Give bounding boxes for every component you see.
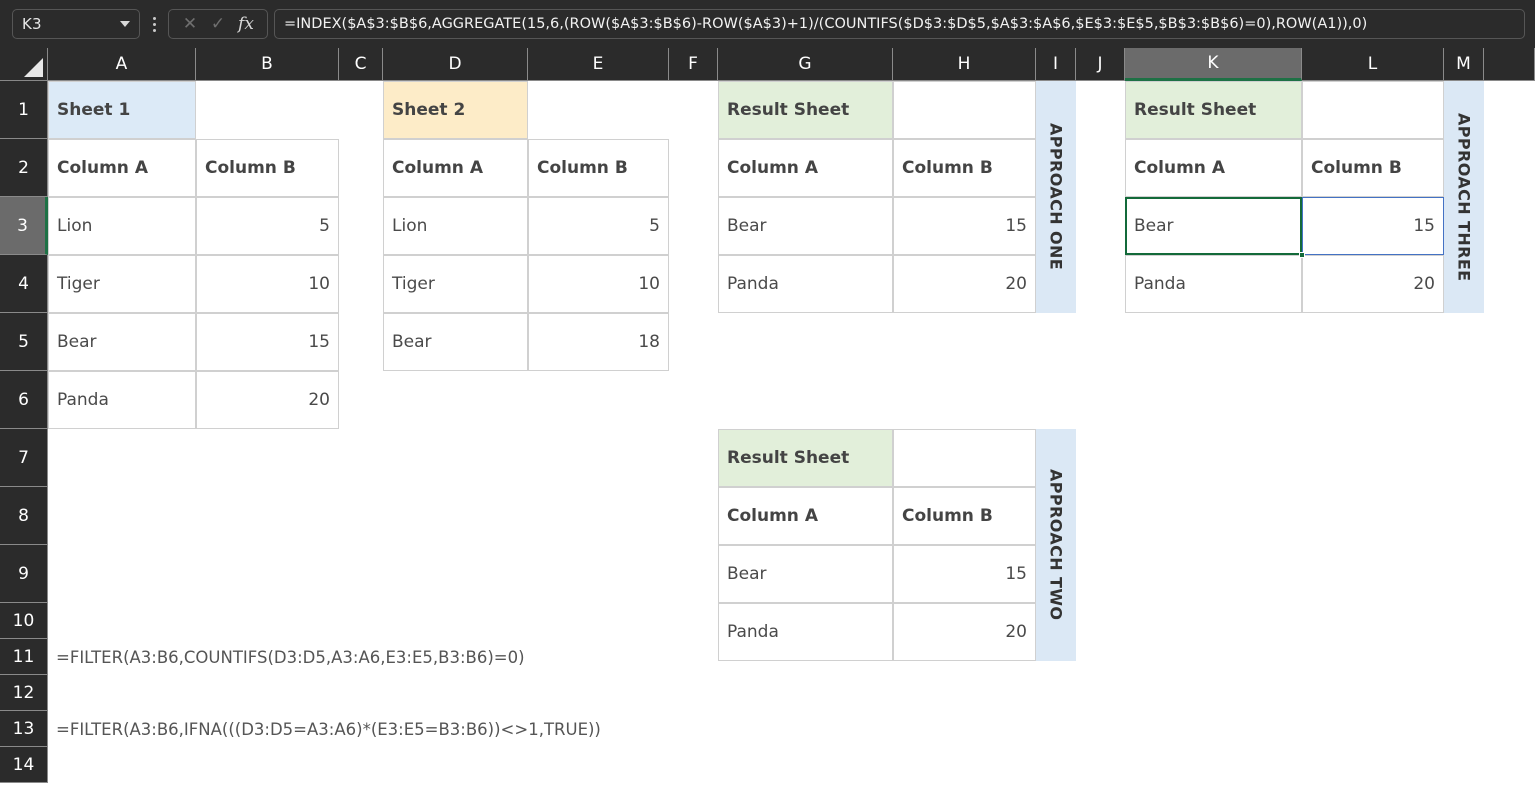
cell-e2[interactable]: Column B (528, 139, 669, 197)
name-box[interactable]: K3 (12, 9, 140, 39)
column-header-h[interactable]: H (893, 48, 1036, 81)
row-header-2[interactable]: 2 (0, 139, 48, 197)
row-header-13[interactable]: 13 (0, 711, 48, 747)
formula-input[interactable]: =INDEX($A$3:$B$6,AGGREGATE(15,6,(ROW($A$… (274, 9, 1525, 39)
column-header-e[interactable]: E (528, 48, 669, 81)
row-header-12[interactable]: 12 (0, 675, 48, 711)
cell-l4[interactable]: 20 (1302, 255, 1444, 313)
cell-a5[interactable]: Bear (48, 313, 196, 371)
cell-h3[interactable]: 15 (893, 197, 1036, 255)
cell-d4[interactable]: Tiger (383, 255, 528, 313)
cell-b2[interactable]: Column B (196, 139, 339, 197)
row-header-14[interactable]: 14 (0, 747, 48, 783)
column-header-l[interactable]: L (1302, 48, 1444, 81)
row-header-6[interactable]: 6 (0, 371, 48, 429)
cell-a13-note[interactable]: =FILTER(A3:B6,IFNA(((D3:D5=A3:A6)*(E3:E5… (48, 711, 948, 747)
cell-l1[interactable] (1302, 81, 1444, 139)
column-header-f[interactable]: F (669, 48, 718, 81)
formula-actions: ✕ ✓ fx (168, 9, 268, 39)
cell-k3[interactable]: Bear (1125, 197, 1302, 255)
column-header-a[interactable]: A (48, 48, 196, 81)
row-header-7[interactable]: 7 (0, 429, 48, 487)
cell-d1[interactable]: Sheet 2 (383, 81, 528, 139)
column-header-c[interactable]: C (339, 48, 383, 81)
row-header-3[interactable]: 3 (0, 197, 48, 255)
cell-h8-header[interactable]: Column B (893, 487, 1036, 545)
cell-g4[interactable]: Panda (718, 255, 893, 313)
row-header-9[interactable]: 9 (0, 545, 48, 603)
column-header-i[interactable]: I (1036, 48, 1076, 81)
select-all-button[interactable] (0, 48, 48, 81)
column-header-overflow[interactable] (1484, 48, 1535, 81)
approach-three-label[interactable]: APPROACH THREE (1444, 81, 1484, 313)
cell-a11-note[interactable]: =FILTER(A3:B6,COUNTIFS(D3:D5,A3:A6,E3:E5… (48, 639, 948, 675)
cell-h2[interactable]: Column B (893, 139, 1036, 197)
cell-a4[interactable]: Tiger (48, 255, 196, 313)
approach-one-label[interactable]: APPROACH ONE (1036, 81, 1076, 313)
cell-e3[interactable]: 5 (528, 197, 669, 255)
cell-b4[interactable]: 10 (196, 255, 339, 313)
row-header-4[interactable]: 4 (0, 255, 48, 313)
name-box-value: K3 (22, 15, 42, 33)
cell-g7[interactable]: Result Sheet (718, 429, 893, 487)
cell-k1[interactable]: Result Sheet (1125, 81, 1302, 139)
column-header-k[interactable]: K (1125, 48, 1302, 81)
fill-handle[interactable] (1299, 252, 1305, 258)
cell-g9[interactable]: Bear (718, 545, 893, 603)
column-header-j[interactable]: J (1076, 48, 1125, 81)
cell-l3[interactable]: 15 (1302, 197, 1444, 255)
column-header-g[interactable]: G (718, 48, 893, 81)
cell-d2[interactable]: Column A (383, 139, 528, 197)
spreadsheet-app: K3 ✕ ✓ fx =INDEX($A$3:$B$6,AGGREGATE(15,… (0, 0, 1535, 785)
cell-a2[interactable]: Column A (48, 139, 196, 197)
row-header-5[interactable]: 5 (0, 313, 48, 371)
cell-h9[interactable]: 15 (893, 545, 1036, 603)
select-all-triangle-icon (24, 58, 43, 77)
cell-e5[interactable]: 18 (528, 313, 669, 371)
cell-d3[interactable]: Lion (383, 197, 528, 255)
cell-a6[interactable]: Panda (48, 371, 196, 429)
cell-h1[interactable] (893, 81, 1036, 139)
row-header-11[interactable]: 11 (0, 639, 48, 675)
cell-d5[interactable]: Bear (383, 313, 528, 371)
row-header-10[interactable]: 10 (0, 603, 48, 639)
grid: A B C D E F G H I J K L M 1 2 3 4 5 6 7 … (0, 48, 1535, 785)
cell-b6[interactable]: 20 (196, 371, 339, 429)
cell-g1[interactable]: Result Sheet (718, 81, 893, 139)
cell-e4[interactable]: 10 (528, 255, 669, 313)
cell-l2[interactable]: Column B (1302, 139, 1444, 197)
fx-icon[interactable]: fx (233, 11, 259, 37)
cell-b3[interactable]: 5 (196, 197, 339, 255)
cell-b5[interactable]: 15 (196, 313, 339, 371)
column-header-d[interactable]: D (383, 48, 528, 81)
check-icon[interactable]: ✓ (205, 11, 231, 37)
cell-g8-header[interactable]: Column A (718, 487, 893, 545)
cell-a3[interactable]: Lion (48, 197, 196, 255)
cell-g2[interactable]: Column A (718, 139, 893, 197)
cell-area: Sheet 1 Column A Column B Lion 5 Tiger 1… (48, 81, 1535, 785)
column-header-b[interactable]: B (196, 48, 339, 81)
row-header-1[interactable]: 1 (0, 81, 48, 139)
cell-k2[interactable]: Column A (1125, 139, 1302, 197)
column-header-m[interactable]: M (1444, 48, 1484, 81)
cell-a1[interactable]: Sheet 1 (48, 81, 196, 139)
cell-h7[interactable] (893, 429, 1036, 487)
row-header-8[interactable]: 8 (0, 487, 48, 545)
cell-h4[interactable]: 20 (893, 255, 1036, 313)
more-options-icon[interactable] (144, 9, 164, 39)
formula-bar: K3 ✕ ✓ fx =INDEX($A$3:$B$6,AGGREGATE(15,… (0, 0, 1535, 48)
cell-g3[interactable]: Bear (718, 197, 893, 255)
cell-k4[interactable]: Panda (1125, 255, 1302, 313)
chevron-down-icon[interactable] (120, 21, 130, 27)
close-icon[interactable]: ✕ (177, 11, 203, 37)
approach-two-label[interactable]: APPROACH TWO (1036, 429, 1076, 661)
